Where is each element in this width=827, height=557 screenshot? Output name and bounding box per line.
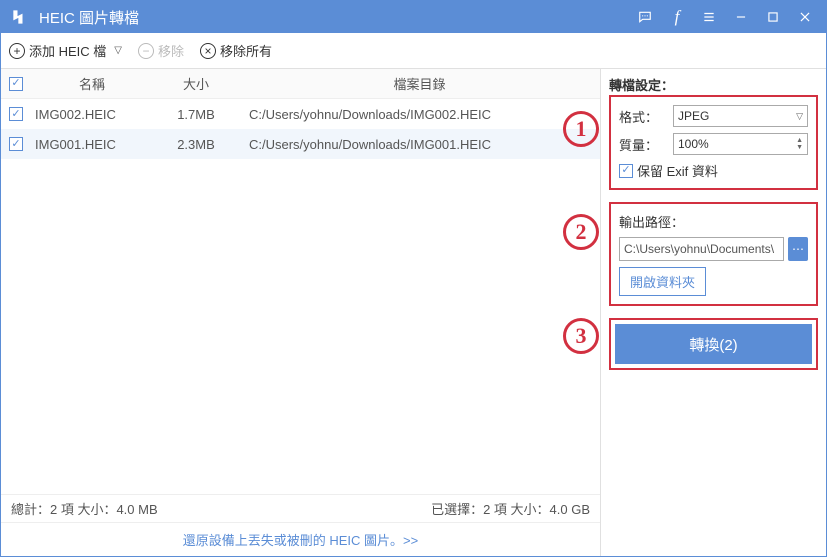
maximize-button[interactable]	[758, 5, 788, 29]
x-icon: ×	[200, 43, 216, 59]
output-title: 輸出路徑：	[619, 212, 808, 231]
app-title: HEIC 圖片轉檔	[39, 7, 630, 28]
select-all-checkbox[interactable]	[9, 77, 23, 91]
row-size: 2.3MB	[153, 137, 239, 152]
feedback-button[interactable]	[630, 5, 660, 29]
table-row[interactable]: IMG001.HEIC2.3MBC:/Users/yohnu/Downloads…	[1, 129, 600, 159]
convert-button[interactable]: 轉換(2)	[615, 324, 812, 364]
convert-panel: 轉換(2)	[609, 318, 818, 370]
col-path-header[interactable]: 檔案目錄	[239, 74, 600, 93]
menu-button[interactable]	[694, 5, 724, 29]
exif-checkbox[interactable]	[619, 164, 633, 178]
col-size-header[interactable]: 大小	[153, 74, 239, 93]
restore-link[interactable]: 還原設備上丟失或被刪的 HEIC 圖片。>>	[183, 530, 418, 549]
minus-icon: −	[138, 43, 154, 59]
settings-title: 轉檔設定：	[609, 75, 674, 94]
col-name-header[interactable]: 名稱	[31, 74, 153, 93]
output-panel: 輸出路徑： ⋯ 開啟資料夾	[609, 202, 818, 306]
remove-button: − 移除	[138, 41, 184, 60]
status-total: 總計：2 項 大小：4.0 MB	[11, 499, 158, 518]
table-body: IMG002.HEIC1.7MBC:/Users/yohnu/Downloads…	[1, 99, 600, 494]
row-size: 1.7MB	[153, 107, 239, 122]
step-annotation-2: 2	[563, 214, 599, 250]
app-logo-icon	[9, 6, 31, 28]
exif-label: 保留 Exif 資料	[637, 161, 718, 180]
remove-all-button[interactable]: × 移除所有	[200, 41, 272, 60]
plus-icon: +	[9, 43, 25, 59]
browse-button[interactable]: ⋯	[788, 237, 808, 261]
spinner-arrows-icon: ▲▼	[796, 137, 803, 151]
row-name: IMG002.HEIC	[31, 107, 153, 122]
format-label: 格式：	[619, 107, 669, 126]
chevron-down-icon: ▽	[796, 111, 803, 122]
restore-bar: 還原設備上丟失或被刪的 HEIC 圖片。>>	[1, 522, 600, 556]
main-area: 名稱 大小 檔案目錄 IMG002.HEIC1.7MBC:/Users/yohn…	[1, 69, 826, 556]
open-folder-button[interactable]: 開啟資料夾	[619, 267, 706, 296]
title-bar: HEIC 圖片轉檔 f	[1, 1, 826, 33]
format-panel: 格式： JPEG ▽ 質量： 100% ▲▼	[609, 95, 818, 190]
remove-label: 移除	[158, 41, 184, 60]
app-window: HEIC 圖片轉檔 f + 添加 HEIC 檔 ▽ − 移除 × 移除所有	[0, 0, 827, 557]
minimize-button[interactable]	[726, 5, 756, 29]
step-annotation-3: 3	[563, 318, 599, 354]
table-header: 名稱 大小 檔案目錄	[1, 69, 600, 99]
quality-label: 質量：	[619, 135, 669, 154]
row-checkbox[interactable]	[9, 107, 23, 121]
toolbar: + 添加 HEIC 檔 ▽ − 移除 × 移除所有	[1, 33, 826, 69]
add-heic-label: 添加 HEIC 檔	[29, 41, 106, 60]
remove-all-label: 移除所有	[220, 41, 272, 60]
settings-panel: 轉檔設定： 格式： JPEG ▽ 質量： 100% ▲▼	[601, 69, 826, 556]
step-annotation-1: 1	[563, 111, 599, 147]
table-row[interactable]: IMG002.HEIC1.7MBC:/Users/yohnu/Downloads…	[1, 99, 600, 129]
add-heic-button[interactable]: + 添加 HEIC 檔 ▽	[9, 41, 122, 60]
row-path: C:/Users/yohnu/Downloads/IMG001.HEIC	[239, 137, 600, 152]
format-select[interactable]: JPEG ▽	[673, 105, 808, 127]
quality-value: 100%	[678, 137, 709, 151]
close-button[interactable]	[790, 5, 820, 29]
quality-spinner[interactable]: 100% ▲▼	[673, 133, 808, 155]
facebook-button[interactable]: f	[662, 5, 692, 29]
status-selected: 已選擇：2 項 大小：4.0 GB	[431, 499, 590, 518]
row-name: IMG001.HEIC	[31, 137, 153, 152]
row-checkbox[interactable]	[9, 137, 23, 151]
chevron-down-icon: ▽	[114, 45, 122, 56]
row-path: C:/Users/yohnu/Downloads/IMG002.HEIC	[239, 107, 600, 122]
file-list-panel: 名稱 大小 檔案目錄 IMG002.HEIC1.7MBC:/Users/yohn…	[1, 69, 601, 556]
format-value: JPEG	[678, 109, 709, 123]
status-bar: 總計：2 項 大小：4.0 MB 已選擇：2 項 大小：4.0 GB	[1, 494, 600, 522]
output-path-input[interactable]	[619, 237, 784, 261]
